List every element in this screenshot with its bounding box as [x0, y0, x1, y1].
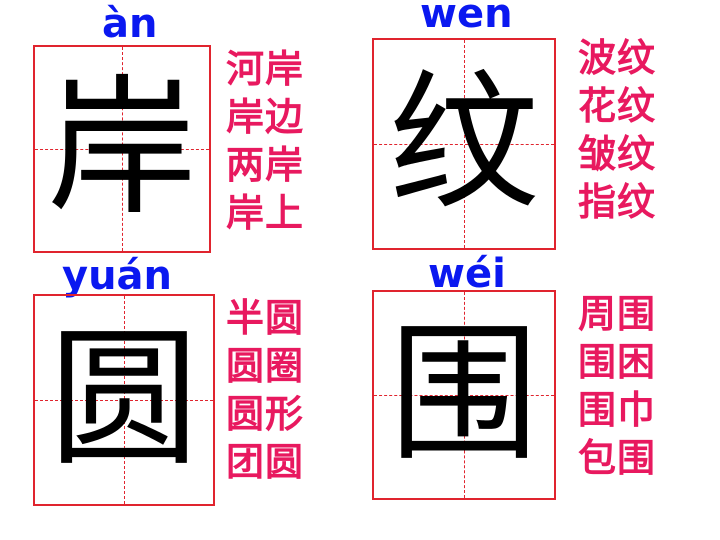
- word-item: 围巾: [578, 388, 657, 432]
- word-list-wen: 波纹 花纹 皱纹 指纹: [578, 34, 678, 226]
- word-item: 岸边: [226, 95, 305, 139]
- word-item: 两岸: [226, 143, 305, 187]
- word-list-wei: 周围 围困 围巾 包围: [578, 290, 678, 482]
- character-box-wei: 围: [372, 290, 556, 500]
- word-item: 半圆: [226, 296, 305, 340]
- pinyin-an: àn: [102, 1, 158, 47]
- word-item: 皱纹: [578, 132, 657, 176]
- word-item: 指纹: [578, 180, 657, 224]
- word-item: 包围: [578, 436, 657, 480]
- word-item: 河岸: [226, 47, 305, 91]
- word-item: 圆圈: [226, 344, 305, 388]
- character-wei: 围: [388, 308, 539, 482]
- character-wen: 纹: [388, 57, 539, 231]
- word-item: 围困: [578, 340, 657, 384]
- character-box-wen: 纹: [372, 38, 556, 250]
- word-list-an: 河岸 岸边 两岸 岸上: [226, 45, 326, 237]
- word-item: 花纹: [578, 84, 657, 128]
- word-item: 波纹: [578, 36, 657, 80]
- word-item: 岸上: [226, 191, 305, 235]
- character-an: 岸: [46, 62, 197, 236]
- word-list-yuan: 半圆 圆圈 圆形 团圆: [226, 294, 326, 486]
- character-yuan: 圆: [48, 313, 199, 487]
- character-box-yuan: 圆: [33, 294, 215, 506]
- word-item: 团圆: [226, 440, 305, 484]
- word-item: 圆形: [226, 392, 305, 436]
- pinyin-wei: wéi: [428, 251, 506, 297]
- pinyin-wen: wen: [420, 0, 513, 37]
- pinyin-yuan: yuán: [62, 253, 173, 299]
- word-item: 周围: [578, 292, 657, 336]
- character-box-an: 岸: [33, 45, 211, 253]
